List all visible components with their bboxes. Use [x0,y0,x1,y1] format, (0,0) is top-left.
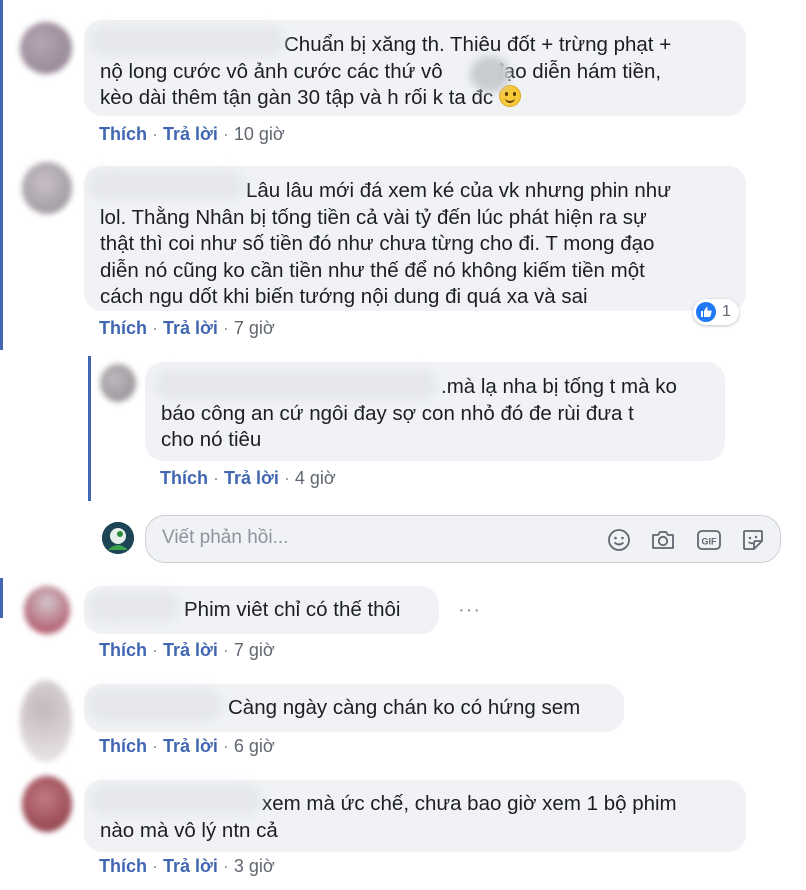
current-user-avatar[interactable] [102,522,134,554]
comment-text: thật thì coi như số tiền đó như chưa từn… [100,232,655,255]
avatar-image-icon [102,522,134,554]
gif-icon[interactable]: GIF [695,526,723,554]
comment-bubble: Lâu lâu mới đá xem ké của vk nhưng phin … [84,166,746,311]
avatar[interactable] [22,776,72,832]
comment-bubble: Phim viêt chỉ có thế thôi [84,586,439,634]
comment-text: cho nó tiêu [161,428,262,451]
comment-actions: Thích · Trả lời · 7 giờ [99,640,275,660]
avatar[interactable] [20,680,72,762]
comment-text: diễn nó cũng ko cần tiền như thế để nó k… [100,258,645,282]
reply-link[interactable]: Trả lời [163,124,218,144]
reply-link[interactable]: Trả lời [163,318,218,338]
comment-text: nào mà vô lý ntn cả [100,818,278,842]
comment-text: báo công an cứ ngôi đay sợ con nhỏ đó đe… [161,401,634,425]
comment-text: đạo diễn hám tiền, [492,59,662,83]
svg-text:GIF: GIF [702,537,718,547]
comment-text: cách ngu dốt khi biến tướng nội dung đi … [100,285,588,308]
avatar[interactable] [22,162,72,214]
comment-actions: Thích · Trả lời · 4 giờ [160,468,336,488]
thumbs-up-icon [696,302,716,322]
timestamp[interactable]: 10 giờ [234,124,285,144]
like-link[interactable]: Thích [99,124,147,144]
timestamp[interactable]: 4 giờ [295,468,336,488]
avatar[interactable] [24,586,70,634]
commenter-name[interactable] [155,370,437,400]
comment-bubble: Càng ngày càng chán ko có hứng sem [84,684,624,732]
commenter-name[interactable] [88,688,222,722]
timestamp[interactable]: 6 giờ [234,736,275,756]
commenter-name[interactable] [90,26,285,56]
camera-icon[interactable] [649,526,677,554]
thread-line [88,356,91,501]
more-options-icon[interactable]: ··· [458,600,481,620]
comment-actions: Thích · Trả lời · 10 giờ [99,124,285,144]
blurred-region [470,56,510,92]
timestamp[interactable]: 7 giờ [234,640,275,660]
comment-bubble: xem mà ức chế, chưa bao giờ xem 1 bộ phi… [84,780,746,852]
comment-actions: Thích · Trả lời · 3 giờ [99,856,275,876]
like-link[interactable]: Thích [99,856,147,876]
comment-actions: Thích · Trả lời · 6 giờ [99,736,275,756]
sticker-icon[interactable] [739,526,767,554]
like-link[interactable]: Thích [160,468,208,488]
reaction-count: 1 [722,303,731,320]
commenter-name[interactable] [88,170,244,200]
like-link[interactable]: Thích [99,640,147,660]
reply-bubble: .mà lạ nha bị tống t mà ko báo công an c… [145,362,725,461]
reply-link[interactable]: Trả lời [163,856,218,876]
comment-text: lol. Thằng Nhân bị tống tiền cả vài tỷ đ… [100,205,647,229]
reply-composer: GIF [145,515,781,563]
avatar[interactable] [20,22,72,74]
commenter-name[interactable] [90,784,262,814]
emoji-icon[interactable] [605,526,633,554]
thread-line [0,578,3,618]
smiley-emoji-icon [498,85,521,107]
timestamp[interactable]: 7 giờ [234,318,275,338]
commenter-name[interactable] [88,592,180,622]
thread-line [0,0,3,350]
reply-link[interactable]: Trả lời [224,468,279,488]
comment-text: nộ long cước vô ảnh cước các thứ vô [100,59,449,83]
like-link[interactable]: Thích [99,318,147,338]
reply-input[interactable] [162,526,582,550]
reply-link[interactable]: Trả lời [163,736,218,756]
comment-actions: Thích · Trả lời · 7 giờ [99,318,275,338]
comment-bubble: Chuẩn bị xăng th. Thiêu đốt + trừng phạt… [84,20,746,116]
reply-link[interactable]: Trả lời [163,640,218,660]
reaction-badge[interactable]: 1 [693,299,739,325]
comment-text: kèo dài thêm tận gàn 30 tập và h rối k t… [100,86,494,109]
avatar[interactable] [100,364,136,402]
timestamp[interactable]: 3 giờ [234,856,275,876]
like-link[interactable]: Thích [99,736,147,756]
